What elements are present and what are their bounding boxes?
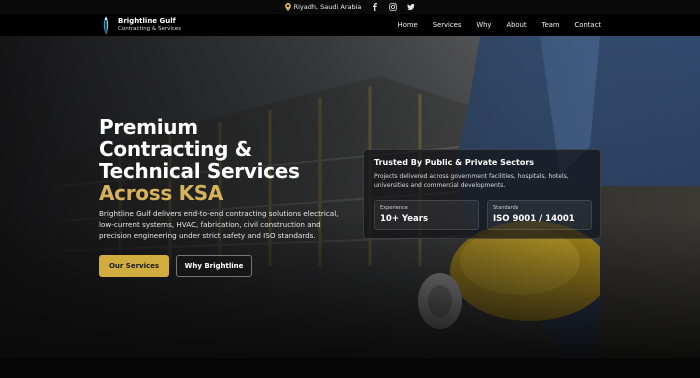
location-text: Riyadh, Saudi Arabia <box>293 3 362 11</box>
headline-accent: Across KSA <box>99 181 224 205</box>
nav-why[interactable]: Why <box>476 21 491 29</box>
trust-card-text: Projects delivered across government fac… <box>374 173 569 189</box>
headline-line-1: Premium <box>99 115 198 139</box>
brand-name: Brightline Gulf <box>118 17 176 26</box>
why-brightline-button[interactable]: Why Brightline <box>176 255 252 277</box>
main-nav: Home Services Why About Team Contact <box>398 14 601 36</box>
location-pin-icon <box>284 3 291 11</box>
brand-logo-icon <box>103 15 109 36</box>
hero-headline: Premium Contracting & Technical Services… <box>99 116 300 204</box>
headline-line-3: Technical Services <box>99 159 300 183</box>
stat-standards: Standards ISO 9001 / 14001 <box>487 200 592 230</box>
top-bar: Riyadh, Saudi Arabia <box>0 0 700 14</box>
trust-card-title: Trusted By Public & Private Sectors <box>374 158 535 167</box>
brand[interactable]: Brightline Gulf Contracting & Services <box>100 15 181 36</box>
facebook-icon[interactable] <box>371 3 379 11</box>
nav-contact[interactable]: Contact <box>575 21 601 29</box>
stat-label: Experience <box>380 205 408 211</box>
hero-description: Brightline Gulf delivers end-to-end cont… <box>99 209 339 240</box>
nav-about[interactable]: About <box>506 21 526 29</box>
stat-label: Standards <box>493 205 519 211</box>
stat-experience: Experience 10+ Years <box>374 200 479 230</box>
twitter-icon[interactable] <box>407 3 416 11</box>
location: Riyadh, Saudi Arabia <box>284 3 362 11</box>
nav-home[interactable]: Home <box>398 21 418 29</box>
hero-section: Premium Contracting & Technical Services… <box>0 36 700 358</box>
nav-services[interactable]: Services <box>433 21 462 29</box>
nav-team[interactable]: Team <box>542 21 560 29</box>
headline-line-2: Contracting & <box>99 137 252 161</box>
page-bottom-strip <box>0 358 700 378</box>
stat-value: 10+ Years <box>380 214 429 224</box>
navbar: Brightline Gulf Contracting & Services H… <box>0 14 700 36</box>
instagram-icon[interactable] <box>389 3 398 11</box>
brand-tagline: Contracting & Services <box>118 26 182 33</box>
our-services-button[interactable]: Our Services <box>99 255 169 277</box>
trust-card: Trusted By Public & Private Sectors Proj… <box>363 149 601 239</box>
stat-value: ISO 9001 / 14001 <box>493 214 575 224</box>
